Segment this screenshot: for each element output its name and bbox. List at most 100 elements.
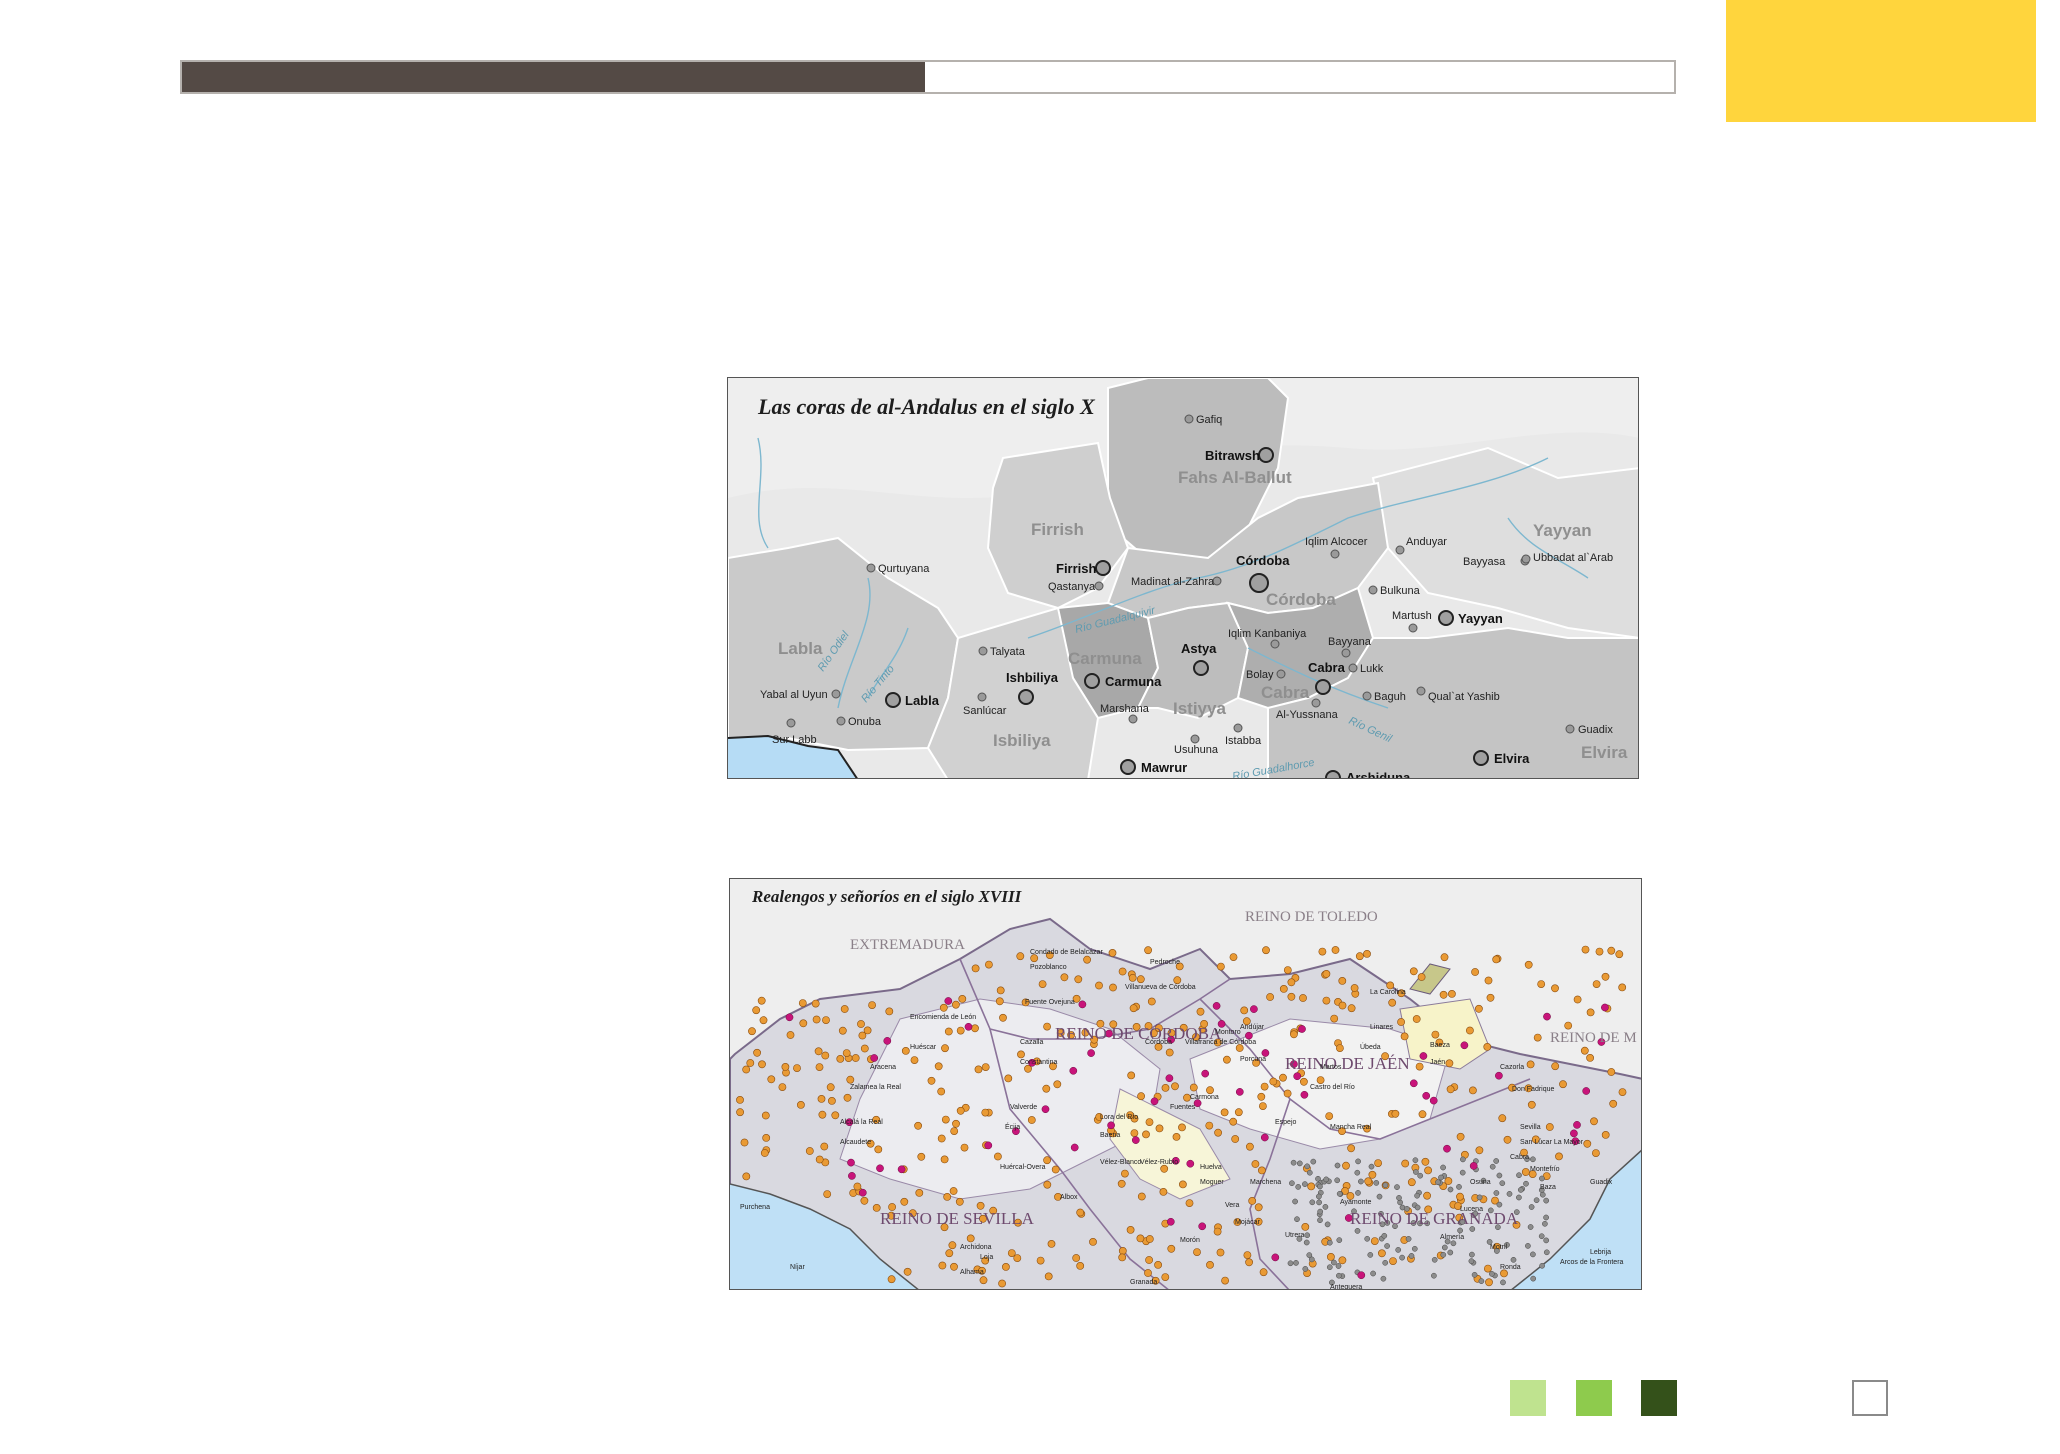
realengo-dot (1441, 1244, 1448, 1251)
senorio-dot (1137, 1092, 1145, 1101)
senorio-dot (1283, 1089, 1292, 1098)
senorio-dot (1269, 1077, 1278, 1086)
senorio-dot (759, 1016, 768, 1025)
town-label: Cabra (1510, 1154, 1529, 1161)
senorio-dot (1615, 950, 1624, 959)
page-indicator-2[interactable] (1576, 1380, 1612, 1416)
senorio-dot (1327, 1252, 1335, 1261)
city-dot (1165, 1074, 1174, 1083)
realengo-dot (1543, 1197, 1550, 1204)
label-reino-de-toledo: REINO DE TOLEDO (1245, 909, 1378, 925)
senorio-dot (1118, 1246, 1127, 1255)
senorio-dot (1165, 1048, 1174, 1057)
senorio-dot (1471, 968, 1479, 976)
senorio-dot (1128, 974, 1137, 982)
realengo-dot (1331, 1259, 1337, 1266)
page-indicator-1[interactable] (1510, 1380, 1546, 1416)
senorio-dot (950, 1262, 958, 1271)
town-label: Fuentes (1170, 1104, 1196, 1111)
senorio-dot (1301, 1222, 1310, 1231)
town-label: Archidona (960, 1244, 992, 1251)
town-label: Vélez-Rubio (1140, 1159, 1178, 1166)
city-dot (858, 1188, 867, 1197)
city-dot (897, 1165, 906, 1174)
senorio-dot (1618, 1088, 1627, 1096)
senorio-dot (814, 1047, 823, 1056)
town-label: San Lúcar La Mayor (1520, 1139, 1584, 1146)
realengo-dot (1354, 1228, 1361, 1234)
city-dot (883, 1037, 892, 1045)
senorio-dot (1363, 950, 1371, 958)
realengo-dot (1412, 1157, 1419, 1164)
senorio-dot (1095, 981, 1103, 990)
senorio-dot (762, 1133, 771, 1142)
senorio-dot (757, 996, 766, 1005)
senorio-dot (1060, 973, 1069, 982)
senorio-dot (1609, 1099, 1618, 1108)
senorio-dot (736, 1108, 745, 1117)
place-gafiq: Gafiq (1196, 414, 1222, 426)
senorio-dot (798, 999, 807, 1007)
senorio-dot (1524, 960, 1533, 969)
senorio-dot (1424, 1166, 1432, 1175)
realengo-dot (1460, 1156, 1466, 1163)
place-firrish: Firrish (1056, 561, 1097, 576)
page-indicator-4[interactable] (1852, 1380, 1888, 1416)
city-dot (1041, 1105, 1050, 1114)
senorio-dot (1423, 1191, 1431, 1200)
senorio-dot (1389, 1257, 1397, 1265)
town-label: Valverde (1010, 1104, 1037, 1111)
senorio-dot (831, 1111, 840, 1120)
place-bolay: Bolay (1246, 669, 1274, 681)
senorio-dot (1109, 983, 1117, 992)
senorio-dot (843, 1093, 852, 1102)
senorio-dot (758, 1060, 766, 1069)
realengo-dot (1408, 1253, 1415, 1259)
realengo-dot (1355, 1158, 1361, 1165)
realengo-dot (1539, 1175, 1545, 1182)
town-label: Vera (1225, 1202, 1240, 1209)
town-label: Mojácar (1235, 1219, 1261, 1226)
senorio-dot (1246, 1142, 1254, 1151)
senorio-dot (981, 1063, 990, 1071)
senorio-dot (1521, 1168, 1530, 1176)
place-guadix: Guadix (1578, 724, 1613, 736)
senorio-dot (746, 1059, 755, 1067)
realengo-dot (1506, 1191, 1513, 1197)
realengo-dot (1395, 1247, 1402, 1253)
senorio-dot (1145, 1235, 1154, 1243)
senorio-dot (818, 1110, 827, 1119)
senorio-dot (1555, 1152, 1563, 1161)
senorio-dot (1299, 994, 1307, 1002)
senorio-dot (1262, 946, 1270, 955)
senorio-dot (781, 1062, 790, 1071)
place-bayyana: Bayyana (1328, 636, 1372, 648)
realengo-dot (1399, 1254, 1405, 1261)
place-carmuna: Carmuna (1105, 674, 1162, 689)
place-bulkuna: Bulkuna (1380, 585, 1421, 597)
senorio-dot (1475, 1004, 1483, 1013)
realengo-dot (1510, 1256, 1517, 1263)
place-iqlim-kanbaniya: Iqlim Kanbaniya (1228, 628, 1307, 640)
town-label: Loja (980, 1254, 993, 1261)
town-label: Martos (1320, 1064, 1342, 1071)
map-coras-al-andalus: Fahs Al-Ballut Firrish Yayyan Córdoba La… (727, 377, 1639, 779)
realengo-dot (1317, 1208, 1324, 1215)
senorio-dot (863, 1026, 872, 1035)
senorio-dot (1013, 1254, 1022, 1262)
realengo-dot (1543, 1249, 1550, 1256)
senorio-dot (1043, 1156, 1051, 1165)
senorio-dot (1251, 1160, 1260, 1168)
senorio-dot (1047, 1239, 1056, 1248)
place-cabra: Cabra (1308, 660, 1346, 675)
page-indicator-3[interactable] (1641, 1380, 1677, 1416)
senorio-dot (1431, 1030, 1440, 1039)
senorio-dot (1074, 975, 1083, 984)
city-dot (984, 1141, 993, 1150)
senorio-dot (742, 1172, 751, 1181)
town-label: Zalamea la Real (850, 1084, 901, 1091)
senorio-dot (846, 1075, 855, 1084)
realengo-dot (1493, 1158, 1500, 1164)
realengo-dot (1517, 1187, 1524, 1193)
town-label: Mancha Real (1330, 1124, 1372, 1131)
